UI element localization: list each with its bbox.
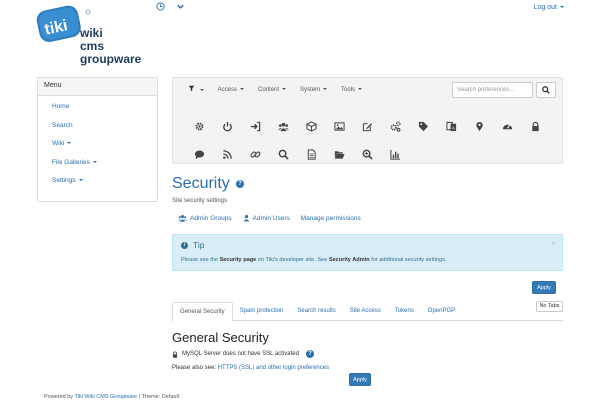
tab-openpgp[interactable]: OpenPGP (421, 302, 462, 321)
security-page-link[interactable]: Security page (220, 257, 257, 263)
tab-general-security[interactable]: General Security (172, 302, 233, 322)
dashboard-icon[interactable] (493, 112, 521, 140)
search-icon (542, 86, 550, 94)
close-icon[interactable]: × (551, 239, 556, 248)
logo-line-3: groupware (80, 52, 142, 66)
tab-search-results[interactable]: Search results (290, 302, 342, 321)
admin-users-label: Admin Users (252, 214, 290, 222)
admin-nav-filter[interactable] (181, 85, 211, 96)
map-marker-icon[interactable] (465, 112, 493, 140)
tab-tokens[interactable]: Tokens (388, 302, 421, 321)
lock-icon (172, 351, 178, 358)
admin-groups-label: Admin Groups (190, 214, 232, 222)
footer-theme: | Theme: Default (137, 394, 180, 400)
folder-open-icon[interactable] (325, 140, 353, 168)
comment-icon[interactable] (185, 140, 213, 168)
users-icon (178, 215, 187, 222)
logout-link[interactable]: Log out (534, 4, 564, 11)
language-icon[interactable]: A (437, 112, 465, 140)
admin-nav-access[interactable]: Access (211, 85, 251, 96)
help-icon[interactable]: ? (305, 350, 314, 358)
manage-permissions-link[interactable]: Manage permissions (301, 215, 361, 222)
admin-nav-content[interactable]: Content (251, 85, 293, 96)
sidebar-title: Menu (38, 78, 157, 96)
file-icon[interactable] (297, 140, 325, 168)
page-subtitle: Site security settings (172, 198, 228, 204)
preferences-search-button[interactable] (536, 82, 556, 98)
image-icon[interactable] (325, 112, 353, 140)
tag-icon[interactable] (409, 112, 437, 140)
tiki-logo[interactable]: tiki wiki cms groupware (36, 5, 161, 67)
logo-line-1: wiki (79, 26, 103, 40)
admin-nav-system[interactable]: System (293, 85, 334, 96)
tip-text-1: Please see the (181, 257, 220, 263)
info-icon: i (181, 241, 188, 249)
footer-prefix: Powered by (44, 394, 75, 400)
ssl-warning-text: MySQL Server does not have SSL activated (182, 351, 299, 357)
page-title: Security (172, 175, 230, 192)
tip-text-3: for additional security settings. (369, 257, 447, 263)
tip-body: Please see the Security page on Tiki's d… (181, 257, 446, 263)
admin-icon-grid: A (185, 112, 549, 168)
settings-tabs: General Security Spam protection Search … (172, 302, 563, 322)
sidebar-item-label: Search (52, 121, 73, 129)
apply-button-top[interactable]: Apply (532, 281, 556, 294)
help-icon[interactable]: ? (236, 180, 244, 188)
sidebar-item-label: Settings (52, 177, 83, 184)
login-icon[interactable] (241, 112, 269, 140)
tip-title: i Tip (181, 240, 205, 250)
users-icon[interactable] (269, 112, 297, 140)
user-icon (243, 214, 249, 222)
sidebar-item-home[interactable]: Home (52, 103, 157, 122)
admin-nav: Access Content System Tools (181, 85, 369, 96)
cube-icon[interactable] (297, 112, 325, 140)
quick-links: Admin Groups Admin Users Manage permissi… (178, 214, 372, 222)
preferences-search-input[interactable] (452, 82, 533, 98)
sidebar-menu: Menu Home Search Wiki File Galleries Set… (37, 77, 158, 202)
sidebar-item-file-galleries[interactable]: File Galleries (52, 159, 157, 178)
https-preferences-link[interactable]: HTTPS (SSL) and other login preferences (218, 365, 329, 371)
admin-toolbar: Access Content System Tools A (172, 77, 563, 164)
edit-icon[interactable] (353, 112, 381, 140)
filter-icon (188, 85, 195, 92)
tab-spam-protection[interactable]: Spam protection (233, 302, 291, 321)
apply-button-bottom[interactable]: Apply (349, 373, 371, 386)
footer-tiki-link[interactable]: Tiki Wiki CMS Groupware (74, 394, 137, 400)
sidebar-item-label: Wiki (52, 140, 71, 147)
admin-nav-tools[interactable]: Tools (334, 85, 369, 96)
sidebar-item-wiki[interactable]: Wiki (52, 140, 157, 159)
tab-site-access[interactable]: Site Access (343, 302, 388, 321)
cogs-icon[interactable] (381, 112, 409, 140)
sidebar-list: Home Search Wiki File Galleries Settings (38, 96, 157, 196)
logo-line-2: cms (80, 39, 104, 53)
zoom-icon[interactable] (353, 140, 381, 168)
tip-title-text: Tip (193, 240, 205, 250)
admin-users-link[interactable]: Admin Users (243, 214, 290, 222)
see-also-prefix: Please also see: (172, 365, 218, 371)
sidebar-item-label: File Galleries (52, 159, 97, 166)
ssl-warning: MySQL Server does not have SSL activated… (172, 350, 314, 358)
sidebar-item-search[interactable]: Search (52, 122, 157, 141)
gear-icon[interactable] (185, 112, 213, 140)
search-icon[interactable] (269, 140, 297, 168)
footer: Powered by Tiki Wiki CMS Groupware | The… (44, 394, 179, 400)
sidebar-item-settings[interactable]: Settings (52, 177, 157, 196)
tiki-logo-graphic: tiki wiki cms groupware (36, 5, 142, 66)
lock-icon[interactable] (521, 112, 549, 140)
chevron-down-icon[interactable] (174, 2, 186, 14)
link-icon[interactable] (241, 140, 269, 168)
security-admin-link[interactable]: Security Admin (329, 257, 370, 263)
manage-permissions-label: Manage permissions (300, 214, 361, 222)
tip-alert: i Tip Please see the Security page on Ti… (172, 234, 563, 271)
admin-groups-link[interactable]: Admin Groups (178, 214, 232, 222)
rss-icon[interactable] (213, 140, 241, 168)
sidebar-item-label: Home (52, 103, 70, 110)
clock-icon[interactable] (154, 2, 166, 14)
section-title: General Security (172, 330, 269, 345)
power-icon[interactable] (213, 112, 241, 140)
bar-chart-icon[interactable] (381, 140, 409, 168)
see-also: Please also see: HTTPS (SSL) and other l… (172, 365, 329, 371)
tip-text-2: on Tiki's developer site. See (256, 257, 329, 263)
